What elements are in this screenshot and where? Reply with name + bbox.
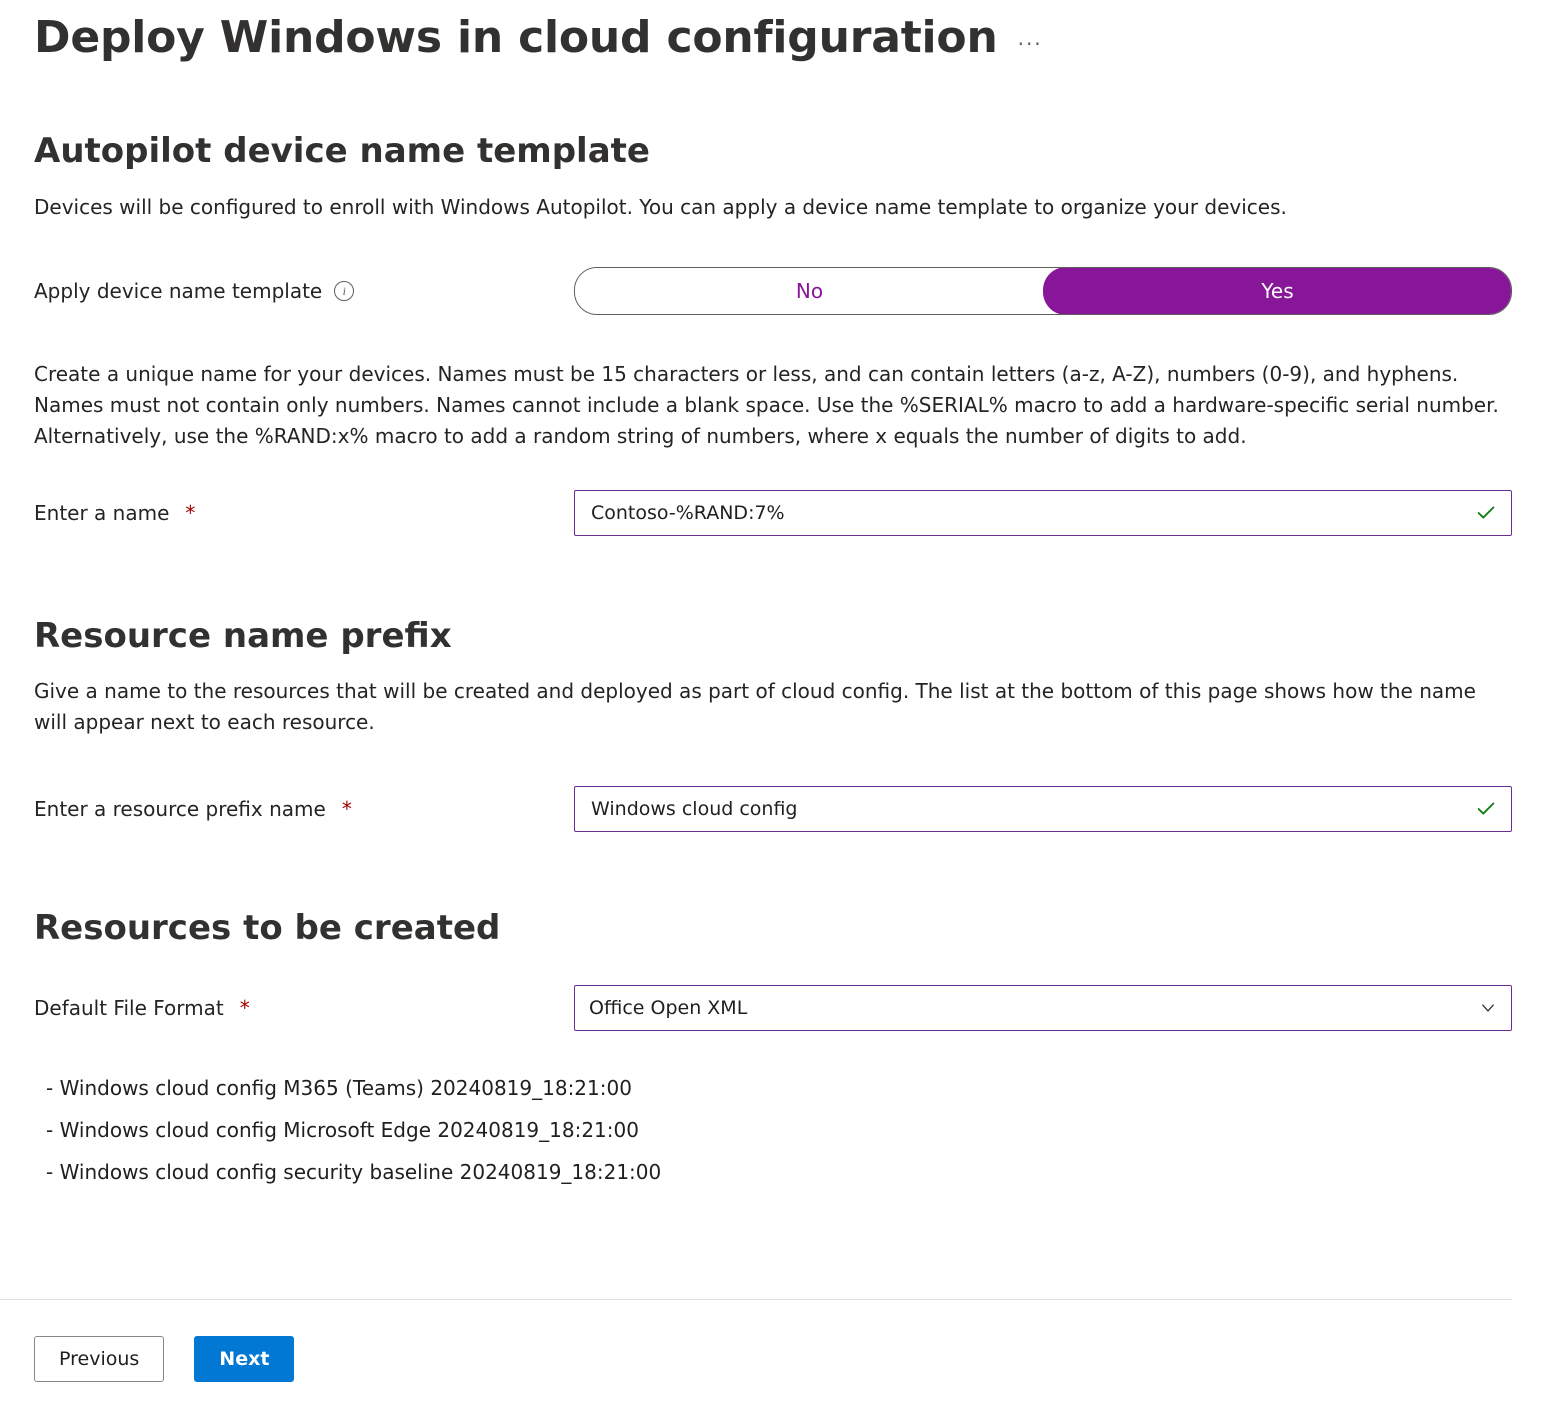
- device-name-input[interactable]: [589, 501, 1463, 525]
- section-heading-prefix: Resource name prefix: [34, 616, 1512, 657]
- required-indicator: *: [342, 797, 352, 821]
- apply-template-toggle[interactable]: No Yes: [574, 267, 1512, 315]
- page-title: Deploy Windows in cloud configuration: [34, 12, 998, 65]
- resources-list: Windows cloud config M365 (Teams) 202408…: [34, 1067, 1512, 1193]
- resource-prefix-input[interactable]: [589, 797, 1463, 821]
- previous-button[interactable]: Previous: [34, 1336, 164, 1382]
- checkmark-icon: [1475, 798, 1497, 820]
- list-item: Windows cloud config security baseline 2…: [46, 1151, 1512, 1193]
- required-indicator: *: [185, 501, 195, 525]
- resource-prefix-field[interactable]: [574, 786, 1512, 832]
- select-value: Office Open XML: [589, 997, 1467, 1019]
- prefix-field-label: Enter a resource prefix name: [34, 797, 326, 821]
- name-field-label: Enter a name: [34, 501, 169, 525]
- section-description-prefix: Give a name to the resources that will b…: [34, 676, 1512, 738]
- default-file-format-select[interactable]: Office Open XML: [574, 985, 1512, 1031]
- chevron-down-icon: [1479, 999, 1497, 1017]
- toggle-option-no[interactable]: No: [575, 268, 1044, 314]
- more-icon[interactable]: ···: [1018, 32, 1043, 56]
- footer-separator: [0, 1299, 1512, 1300]
- required-indicator: *: [240, 996, 250, 1020]
- list-item: Windows cloud config Microsoft Edge 2024…: [46, 1109, 1512, 1151]
- checkmark-icon: [1475, 502, 1497, 524]
- device-name-field[interactable]: [574, 490, 1512, 536]
- section-heading-resources: Resources to be created: [34, 908, 1512, 949]
- info-icon[interactable]: i: [334, 281, 354, 301]
- section-heading-autopilot: Autopilot device name template: [34, 131, 1512, 172]
- list-item: Windows cloud config M365 (Teams) 202408…: [46, 1067, 1512, 1109]
- toggle-option-yes[interactable]: Yes: [1043, 267, 1512, 315]
- format-field-label: Default File Format: [34, 996, 224, 1020]
- toggle-label: Apply device name template: [34, 279, 322, 303]
- next-button[interactable]: Next: [194, 1336, 294, 1382]
- section-description-autopilot: Devices will be configured to enroll wit…: [34, 192, 1512, 223]
- naming-rules-text: Create a unique name for your devices. N…: [34, 359, 1512, 452]
